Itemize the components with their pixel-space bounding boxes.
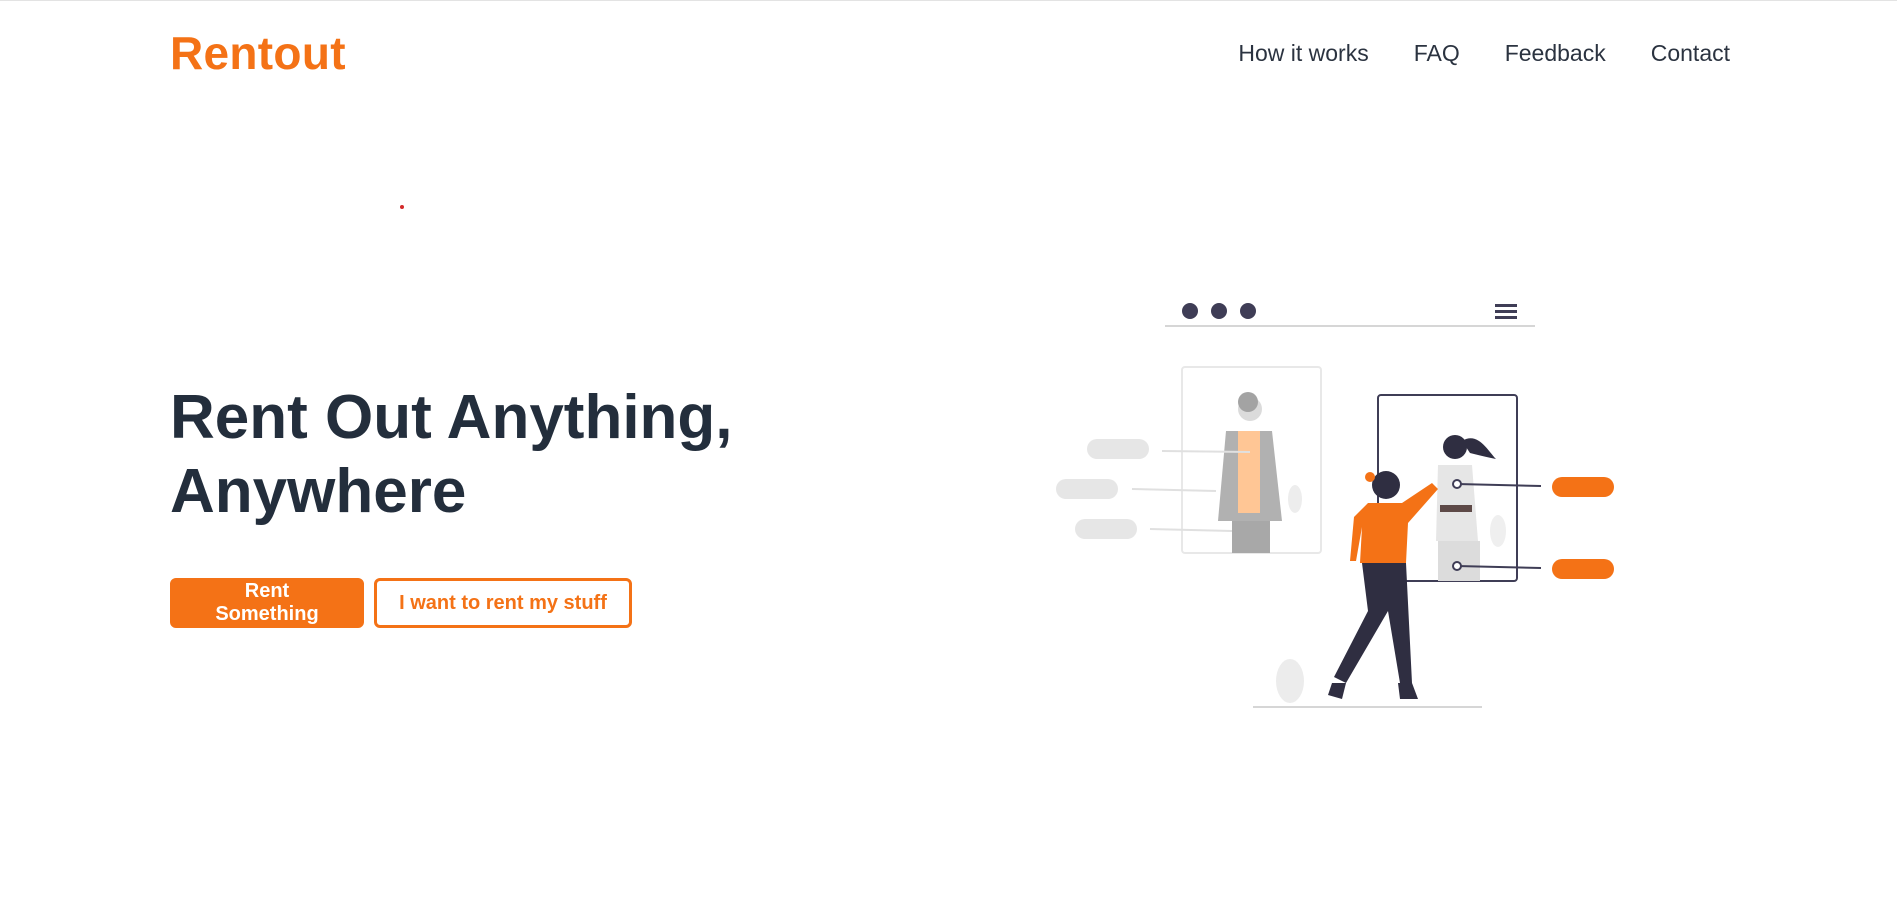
- rent-something-button[interactable]: Rent Something: [170, 578, 364, 628]
- hero-title: Rent Out Anything, Anywhere: [170, 381, 810, 529]
- hamburger-menu-icon: [1495, 304, 1517, 319]
- window-dot-icon: [1240, 303, 1256, 319]
- rent-my-stuff-button[interactable]: I want to rent my stuff: [374, 578, 632, 628]
- nav-how-it-works[interactable]: How it works: [1238, 40, 1368, 67]
- faded-profile-card: [1181, 366, 1322, 554]
- browser-window-people-illustration: [1056, 303, 1614, 708]
- logo[interactable]: Rentout: [170, 26, 346, 80]
- browser-divider: [1165, 325, 1535, 327]
- nav-feedback[interactable]: Feedback: [1505, 40, 1606, 67]
- hero-actions: Rent Something I want to rent my stuff: [170, 578, 632, 628]
- nav-contact[interactable]: Contact: [1651, 40, 1730, 67]
- nav-faq[interactable]: FAQ: [1414, 40, 1460, 67]
- landing-page: Rentout How it works FAQ Feedback Contac…: [0, 0, 1897, 901]
- window-dot-icon: [1211, 303, 1227, 319]
- main-nav: How it works FAQ Feedback Contact: [1238, 40, 1730, 67]
- hero-title-line-1: Rent Out Anything,: [170, 383, 733, 452]
- site-header: Rentout How it works FAQ Feedback Contac…: [170, 23, 1730, 83]
- window-dot-icon: [1182, 303, 1198, 319]
- hero-title-line-2: Anywhere: [170, 457, 467, 526]
- stray-dot: [400, 205, 404, 209]
- browser-bar: [1165, 303, 1535, 327]
